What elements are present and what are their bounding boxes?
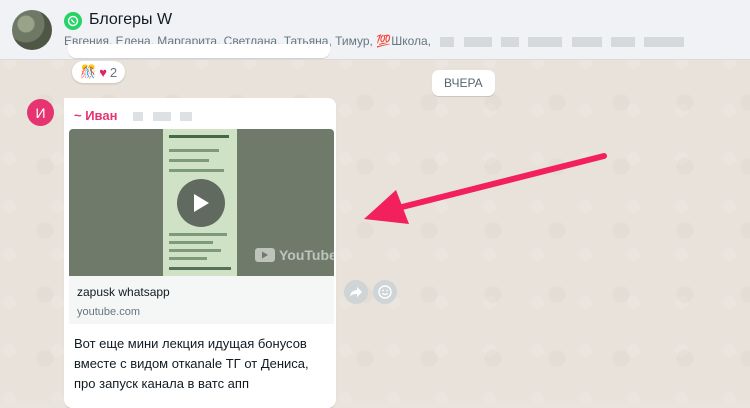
confetti-emoji: 🎊 <box>80 64 97 79</box>
play-button[interactable] <box>177 179 225 227</box>
phone-line <box>169 241 213 244</box>
phone-line <box>169 257 207 260</box>
redacted-name <box>528 36 563 47</box>
members-tail: Школа, <box>391 34 432 48</box>
redacted-name <box>463 36 492 47</box>
redacted-phone <box>180 112 193 122</box>
group-title[interactable]: Блогеры W <box>89 11 172 29</box>
youtube-icon <box>255 248 275 262</box>
redacted-phone <box>133 112 144 122</box>
message-bubble[interactable]: ~ Иван YouTube zapusk whatsapp youtube.c… <box>64 98 336 408</box>
group-avatar[interactable] <box>12 10 52 50</box>
redacted-name <box>440 36 455 47</box>
forward-button[interactable] <box>344 280 368 304</box>
link-preview[interactable]: zapusk whatsapp youtube.com <box>69 276 334 324</box>
phone-line <box>169 249 221 252</box>
heart-emoji: ♥ <box>99 64 107 80</box>
play-icon <box>194 194 209 212</box>
phone-line <box>169 135 229 138</box>
reactions-pill[interactable]: 🎊 ♥ 2 <box>72 61 126 83</box>
sender-name-label: ~ Иван <box>74 108 118 123</box>
forward-icon <box>350 287 362 297</box>
whatsapp-icon <box>64 12 82 30</box>
phone-line <box>169 267 231 270</box>
redacted-name <box>571 36 602 47</box>
youtube-watermark: YouTube <box>255 247 334 263</box>
link-title: zapusk whatsapp <box>77 285 170 299</box>
emoji-icon <box>378 285 392 299</box>
hundred-emoji: 💯 <box>376 34 392 48</box>
sender-name[interactable]: ~ Иван <box>74 108 193 123</box>
video-thumbnail[interactable]: YouTube <box>69 129 334 276</box>
redacted-name <box>501 36 520 47</box>
link-domain: youtube.com <box>77 306 140 318</box>
phone-line <box>169 169 224 172</box>
reaction-count: 2 <box>109 64 118 80</box>
react-button[interactable] <box>373 280 397 304</box>
redacted-phone <box>152 112 171 122</box>
phone-line <box>169 159 209 162</box>
phone-line <box>169 233 227 236</box>
redacted-name <box>611 36 636 47</box>
date-divider: ВЧЕРА <box>432 70 495 96</box>
redacted-name <box>644 36 685 47</box>
youtube-wordmark: YouTube <box>279 247 334 263</box>
message-text: Вот еще мини лекция идущая бонусов вмест… <box>74 336 309 391</box>
sender-avatar[interactable]: И <box>27 99 54 126</box>
phone-line <box>169 149 219 152</box>
previous-message-bubble[interactable] <box>68 44 330 58</box>
